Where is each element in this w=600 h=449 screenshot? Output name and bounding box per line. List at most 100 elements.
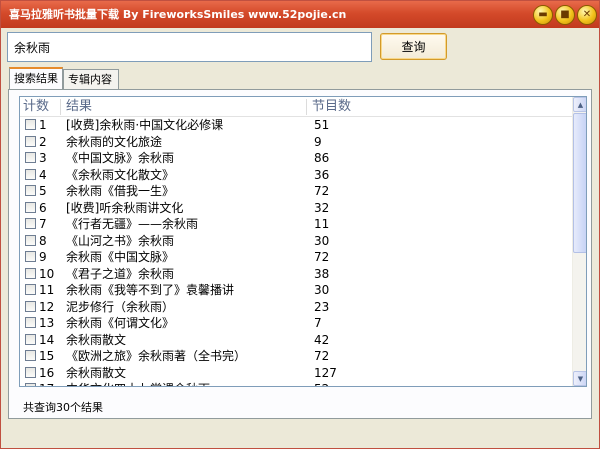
row-result: 《君子之道》余秋雨 — [66, 266, 175, 281]
list-item[interactable]: 10 《君子之道》余秋雨 38 — [20, 266, 572, 283]
list-item[interactable]: 3 《中国文脉》余秋雨 86 — [20, 150, 572, 167]
row-count: 17 — [39, 381, 54, 386]
row-checkbox[interactable] — [25, 350, 36, 361]
row-count: 1 — [39, 118, 47, 132]
column-header-count[interactable]: 计数 — [23, 98, 49, 116]
row-count: 16 — [39, 365, 55, 380]
row-checkbox[interactable] — [25, 251, 36, 262]
row-episodes: 86 — [314, 151, 330, 165]
row-count: 3 — [39, 151, 47, 165]
list-item[interactable]: 17 中华文化四十七堂课余秋雨 52 — [20, 381, 572, 386]
status-text: 共查询30个结果 — [23, 401, 103, 414]
list-rows: 1 [收费]余秋雨·中国文化必修课 51 2 余秋雨的文化旅途 9 3 《中国文脉》余秋雨 86… — [20, 117, 572, 386]
row-result: 《中国文脉》余秋雨 — [66, 151, 175, 165]
close-icon[interactable]: ✕ — [577, 5, 597, 25]
column-divider[interactable] — [306, 99, 307, 115]
row-episodes: 30 — [314, 283, 330, 297]
row-checkbox[interactable] — [25, 366, 36, 378]
list-item[interactable]: 2 余秋雨的文化旅途 9 — [20, 134, 572, 151]
row-checkbox[interactable] — [25, 333, 36, 345]
row-checkbox[interactable] — [25, 152, 36, 163]
row-episodes: 72 — [314, 250, 330, 264]
list-item[interactable]: 14 余秋雨散文 42 — [20, 332, 572, 349]
row-episodes: 9 — [314, 134, 322, 149]
row-count: 7 — [39, 217, 47, 231]
tab-panel: 计数 结果 节目数 1 [收费]余秋雨·中国文化必修课 5 1 2 余秋雨的文化旅途 9 3 《… — [8, 89, 592, 419]
row-result: 余秋雨《中国文脉》 — [66, 250, 175, 264]
row-count: 8 — [39, 233, 47, 248]
row-checkbox[interactable] — [25, 218, 36, 229]
tab-album-content[interactable]: 专辑内容 — [63, 69, 119, 89]
row-result: 余秋雨《何谓文化》 — [66, 316, 175, 330]
column-header-episodes[interactable]: 节目数 — [312, 98, 351, 116]
list-item[interactable]: 15 《欧洲之旅》余秋雨著（全书完） 72 — [20, 348, 572, 365]
row-episodes: 127 — [314, 365, 337, 380]
scrollbar-thumb[interactable] — [573, 113, 586, 253]
list-item[interactable]: 5 余秋雨《借我一生》 72 — [20, 183, 572, 200]
list-item[interactable]: 9 余秋雨《中国文脉》 72 — [20, 249, 572, 266]
list-item[interactable]: 7 《行者无疆》——余秋雨 11 — [20, 216, 572, 233]
row-episodes: 72 — [314, 349, 330, 363]
row-count: 11 — [39, 283, 55, 297]
row-result: 余秋雨《借我一生》 — [66, 184, 175, 198]
row-checkbox[interactable] — [25, 317, 36, 328]
row-episodes: 42 — [314, 332, 330, 347]
row-checkbox[interactable] — [25, 119, 36, 130]
row-checkbox[interactable] — [25, 185, 36, 196]
row-result: 《欧洲之旅》余秋雨著（全书完） — [66, 349, 247, 363]
row-episodes: 51 — [314, 118, 330, 132]
arrow-down-icon[interactable]: ▼ — [573, 371, 586, 386]
row-result: [收费]听余秋雨讲文化 — [66, 200, 184, 215]
list-item[interactable]: 12 泥步修行（余秋雨） 23 — [20, 299, 572, 316]
title-bar[interactable]: 喜马拉雅听书批量下载 By FireworksSmiles www.52poji… — [1, 1, 599, 28]
row-result: 《余秋雨文化散文》 — [66, 167, 175, 182]
column-header-result[interactable]: 结果 — [66, 98, 92, 116]
list-item[interactable]: 4 《余秋雨文化散文》 36 — [20, 167, 572, 184]
list-item[interactable]: 16 余秋雨散文 127 — [20, 365, 572, 382]
query-button[interactable]: 查询 — [380, 33, 447, 60]
arrow-up-icon[interactable]: ▲ — [573, 97, 586, 112]
row-result: 余秋雨的文化旅途 — [66, 134, 163, 149]
row-result: 余秋雨散文 — [66, 332, 127, 347]
row-count: 14 — [39, 332, 55, 347]
row-checkbox[interactable] — [25, 267, 36, 279]
row-count: 4 — [39, 167, 47, 182]
row-result: 中华文化四十七堂课余秋雨 — [66, 381, 210, 386]
row-episodes: 23 — [314, 299, 330, 314]
row-result: 余秋雨《我等不到了》袁馨播讲 — [66, 283, 235, 297]
row-episodes: 7 — [314, 316, 322, 330]
row-episodes: 11 — [314, 217, 330, 231]
row-checkbox[interactable] — [25, 383, 36, 386]
list-item[interactable]: 11 余秋雨《我等不到了》袁馨播讲 30 — [20, 282, 572, 299]
row-checkbox[interactable] — [25, 201, 36, 213]
row-checkbox[interactable] — [25, 135, 36, 147]
minimize-icon[interactable]: ▬ — [533, 5, 553, 25]
results-list: 计数 结果 节目数 1 [收费]余秋雨·中国文化必修课 5 1 2 余秋雨的文化旅途 9 3 《… — [19, 96, 587, 387]
row-count: 9 — [39, 250, 47, 264]
row-count: 15 — [39, 349, 55, 363]
list-item[interactable]: 6 [收费]听余秋雨讲文化 32 — [20, 200, 572, 217]
row-episodes: 36 — [314, 167, 330, 182]
list-item[interactable]: 13 余秋雨《何谓文化》 7 — [20, 315, 572, 332]
vertical-scrollbar[interactable]: ▲ ▼ — [572, 97, 586, 386]
row-checkbox[interactable] — [25, 300, 36, 312]
row-checkbox[interactable] — [25, 234, 36, 246]
row-checkbox[interactable] — [25, 168, 36, 180]
row-checkbox[interactable] — [25, 284, 36, 295]
row-episodes: 38 — [314, 266, 330, 281]
row-count: 5 — [39, 184, 47, 198]
row-count: 12 — [39, 299, 55, 314]
row-episodes: 52 — [314, 381, 329, 386]
row-result: 《山河之书》余秋雨 — [66, 233, 175, 248]
tab-search-results[interactable]: 搜索结果 — [9, 67, 63, 89]
list-item[interactable]: 8 《山河之书》余秋雨 30 — [20, 233, 572, 250]
column-divider[interactable] — [60, 99, 61, 115]
maximize-icon[interactable]: ■ — [555, 5, 575, 25]
row-result: [收费]余秋雨·中国文化必修课 — [66, 118, 224, 132]
row-episodes: 72 — [314, 184, 330, 198]
row-count: 6 — [39, 200, 47, 215]
search-input[interactable] — [7, 32, 372, 62]
row-result: 《行者无疆》——余秋雨 — [66, 217, 199, 231]
list-header: 计数 结果 节目数 — [20, 97, 572, 117]
list-item[interactable]: 1 [收费]余秋雨·中国文化必修课 51 — [20, 117, 572, 134]
